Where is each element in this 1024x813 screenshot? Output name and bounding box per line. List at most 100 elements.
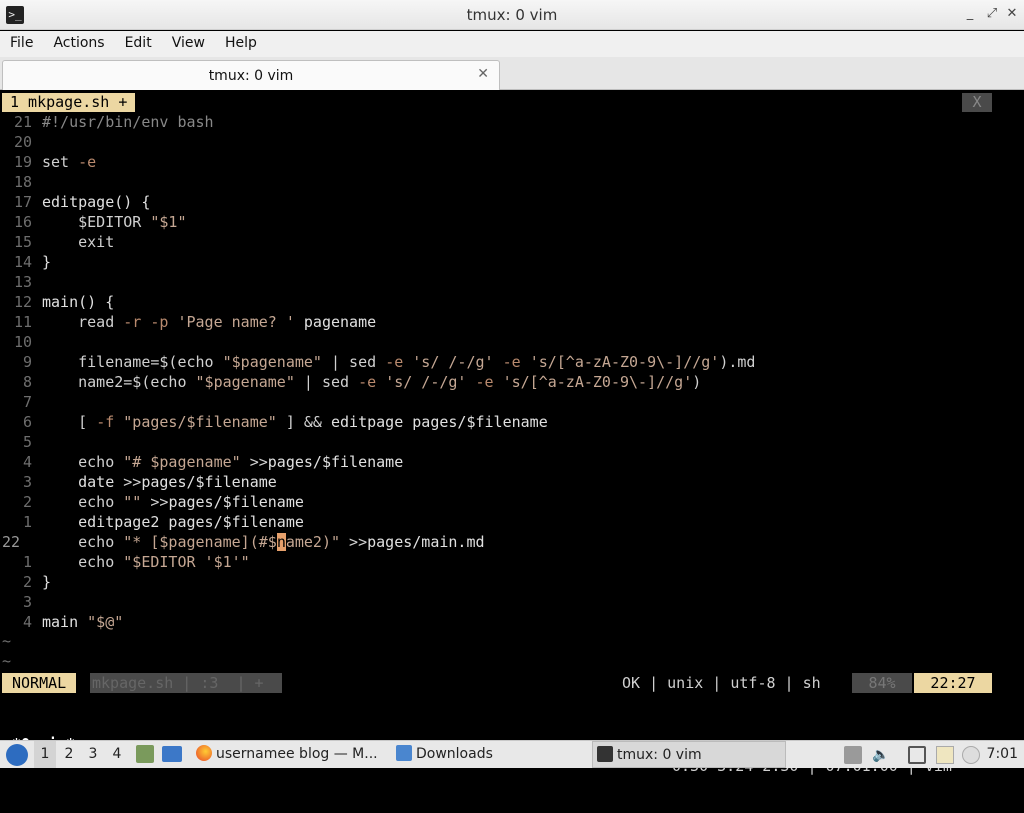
code-line[interactable]: 2}	[0, 572, 1024, 592]
line-number: 16	[13, 213, 32, 231]
line-text: $EDITOR "$1"	[42, 212, 187, 232]
code-line[interactable]: 13	[0, 272, 1024, 292]
line-number: 10	[13, 333, 32, 351]
code-line[interactable]: 20	[0, 132, 1024, 152]
vim-buffer-tab[interactable]: 1 mkpage.sh +	[2, 93, 136, 112]
task-downloads[interactable]: Downloads	[392, 741, 586, 768]
workspace-1[interactable]: 1	[34, 741, 56, 768]
code-line[interactable]: 4 echo "# $pagename" >>pages/$filename	[0, 452, 1024, 472]
code-line[interactable]: 18	[0, 172, 1024, 192]
code-line[interactable]: 6 [ -f "pages/$filename" ] && editpage p…	[0, 412, 1024, 432]
line-number: 7	[22, 393, 32, 411]
code-token: editpage pages/$filename	[331, 413, 548, 431]
line-number: 8	[22, 373, 32, 391]
vim-editor[interactable]: 21 #!/usr/bin/env bash 20 19 set -e 18 17 editp…	[0, 112, 1024, 632]
vim-status-percent: 84%	[852, 673, 912, 693]
line-text: editpage2 pages/$filename	[42, 512, 304, 532]
code-token: echo	[42, 493, 124, 511]
task-terminal[interactable]: tmux: 0 vim	[592, 741, 786, 768]
menu-actions[interactable]: Actions	[43, 31, 114, 51]
code-line[interactable]: 17 editpage() {	[0, 192, 1024, 212]
close-button[interactable]: ✕	[1004, 6, 1020, 22]
tab-strip: tmux: 0 vim ✕	[0, 57, 1024, 90]
code-line[interactable]: 15 exit	[0, 232, 1024, 252]
code-token: editpage2 pages/$filename	[42, 513, 304, 531]
code-token: "# $pagename"	[123, 453, 241, 471]
desktop-launcher-icon[interactable]	[162, 746, 182, 762]
menu-view[interactable]: View	[162, 31, 215, 51]
code-line[interactable]: 16 $EDITOR "$1"	[0, 212, 1024, 232]
menu-help[interactable]: Help	[215, 31, 267, 51]
line-number: 21	[13, 113, 32, 131]
code-token: -e	[358, 373, 386, 391]
code-line[interactable]: 21 #!/usr/bin/env bash	[0, 112, 1024, 132]
code-line[interactable]: 9 filename=$(echo "$pagename" | sed -e '…	[0, 352, 1024, 372]
code-line[interactable]: 7	[0, 392, 1024, 412]
code-line[interactable]: 10	[0, 332, 1024, 352]
code-token: }	[42, 253, 52, 271]
code-token: | sed	[294, 373, 359, 391]
code-line[interactable]: 12 main() {	[0, 292, 1024, 312]
code-token: pagename	[294, 313, 377, 331]
tab-close-icon[interactable]: ✕	[477, 66, 489, 82]
code-token: ] &&	[276, 413, 331, 431]
menu-edit[interactable]: Edit	[115, 31, 162, 51]
workspace-2[interactable]: 2	[58, 741, 80, 768]
code-token: | sed	[321, 353, 386, 371]
line-number: 17	[13, 193, 32, 211]
updates-icon[interactable]	[844, 746, 862, 764]
code-token: 'Page name? '	[177, 313, 295, 331]
network-icon[interactable]	[908, 746, 926, 764]
terminal-area[interactable]: 1 mkpage.sh + X 21 #!/usr/bin/env bash 20 1…	[0, 91, 1024, 775]
code-line[interactable]: 11 read -r -p 'Page name? ' pagename	[0, 312, 1024, 332]
code-line[interactable]: 1 editpage2 pages/$filename	[0, 512, 1024, 532]
code-token: >>	[141, 493, 169, 511]
menu-file[interactable]: File	[0, 31, 43, 51]
line-number: 4	[22, 453, 32, 471]
task-label: Downloads	[416, 746, 493, 762]
start-menu-icon[interactable]	[6, 744, 28, 766]
code-line[interactable]: 5	[0, 432, 1024, 452]
code-token: >>	[240, 453, 268, 471]
code-token: [	[42, 413, 97, 431]
line-number: 4	[22, 613, 32, 631]
clipboard-icon[interactable]	[936, 746, 954, 764]
code-line[interactable]: 22 echo "* [$pagename](#$name2)" >>pages…	[0, 532, 1024, 552]
workspace-3[interactable]: 3	[82, 741, 104, 768]
line-text: echo "$EDITOR '$1'"	[42, 552, 250, 572]
line-number: 6	[22, 413, 32, 431]
code-line[interactable]: 8 name2=$(echo "$pagename" | sed -e 's/ …	[0, 372, 1024, 392]
code-line[interactable]: 3 date >>pages/$filename	[0, 472, 1024, 492]
code-token: "$1"	[150, 213, 187, 231]
code-line[interactable]: 14}	[0, 252, 1024, 272]
clock[interactable]: 7:01	[987, 741, 1018, 768]
code-line[interactable]: 2 echo "" >>pages/$filename	[0, 492, 1024, 512]
code-line[interactable]: 4 main "$@"	[0, 612, 1024, 632]
tab-tmux[interactable]: tmux: 0 vim ✕	[2, 60, 500, 90]
code-token: pages/$filename	[168, 493, 304, 511]
code-token: "$@"	[87, 613, 124, 631]
code-token: 's/ /-/g'	[412, 353, 494, 371]
notifications-icon[interactable]	[962, 746, 980, 764]
window-title: tmux: 0 vim	[466, 6, 558, 24]
line-text: echo "* [$pagename](#$name2)" >>pages/ma…	[42, 532, 485, 552]
volume-icon[interactable]: 🔈	[872, 746, 890, 764]
code-token: "pages/$filename"	[123, 413, 277, 431]
code-line[interactable]: 1 echo "$EDITOR '$1'"	[0, 552, 1024, 572]
taskbar: 1 2 3 4 usernamee blog — M... Downloads …	[0, 740, 1024, 768]
line-number: 2	[22, 573, 32, 591]
code-token: editpage() {	[42, 193, 151, 211]
line-number: 5	[22, 433, 32, 451]
code-line[interactable]: 3	[0, 592, 1024, 612]
minimize-button[interactable]: _	[962, 6, 978, 22]
vim-buffer-close[interactable]: X	[962, 93, 992, 112]
code-token: ).md	[719, 353, 756, 371]
code-token: set	[42, 153, 79, 171]
workspace-4[interactable]: 4	[106, 741, 128, 768]
empty-line-tilde: ~	[2, 632, 12, 650]
code-line[interactable]: 19 set -e	[0, 152, 1024, 172]
maximize-button[interactable]: ⤢	[984, 6, 1000, 22]
task-firefox[interactable]: usernamee blog — M...	[192, 741, 386, 768]
file-manager-launcher-icon[interactable]	[136, 745, 154, 763]
